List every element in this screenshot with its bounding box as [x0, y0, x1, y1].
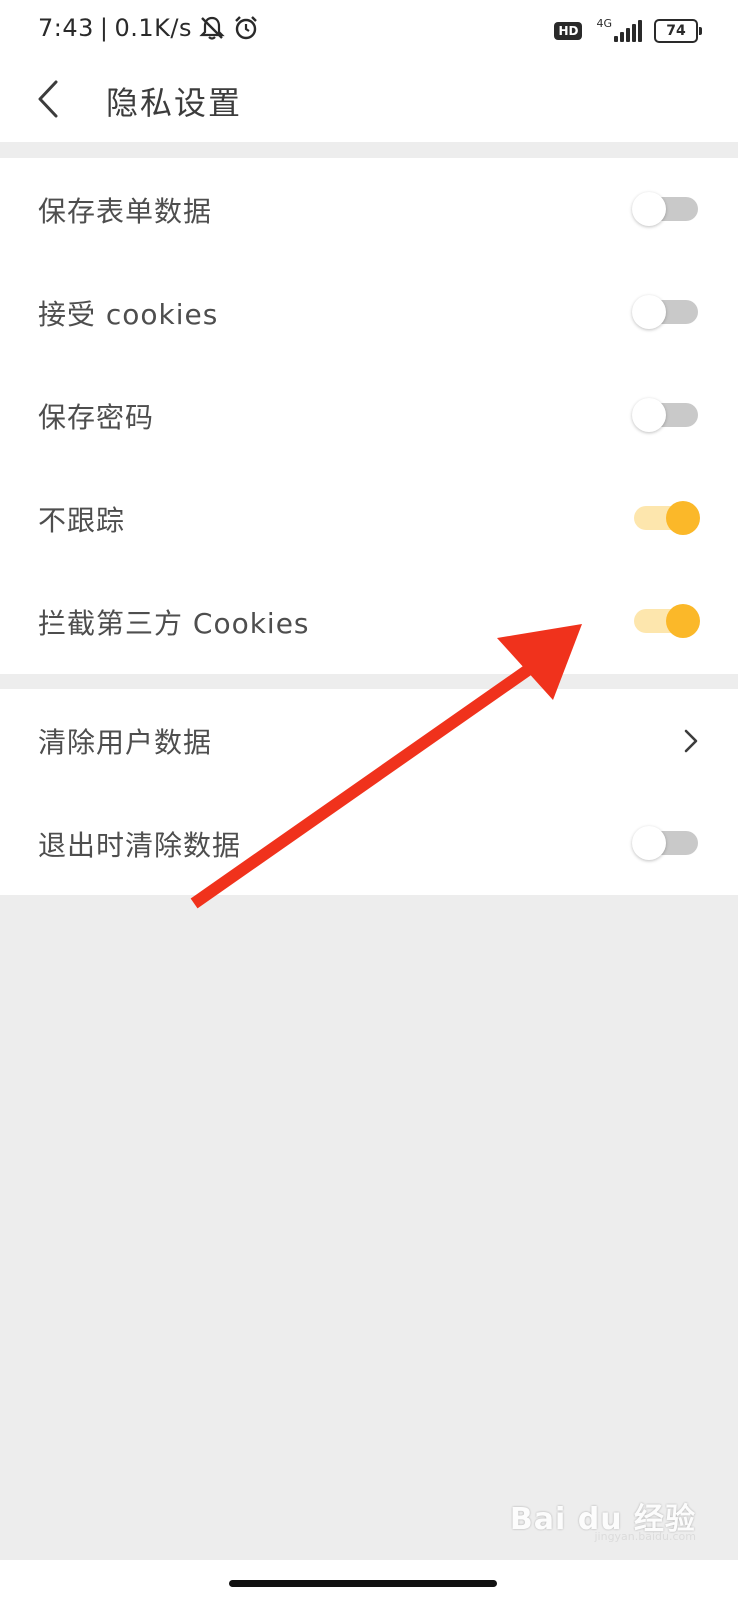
setting-label: 拦截第三方 Cookies [38, 607, 310, 640]
chevron-left-icon[interactable] [28, 74, 78, 124]
setting-label: 退出时清除数据 [38, 829, 242, 862]
setting-row-clear-user-data[interactable]: 清除用户数据 [0, 689, 738, 792]
watermark-url: jingyan.baidu.com [594, 1530, 696, 1543]
status-separator: | [99, 14, 109, 42]
status-bar: 7:43 | 0.1K/s HD 4G 74 [0, 0, 738, 64]
setting-row-do-not-track[interactable]: 不跟踪 [0, 467, 738, 570]
setting-row-accept-cookies[interactable]: 接受 cookies [0, 261, 738, 364]
home-indicator[interactable] [229, 1580, 497, 1587]
setting-row-clear-data-on-exit[interactable]: 退出时清除数据 [0, 792, 738, 895]
do-not-track-toggle[interactable] [634, 501, 700, 535]
save-form-data-toggle[interactable] [632, 192, 698, 226]
setting-label: 保存表单数据 [38, 195, 213, 228]
setting-label: 保存密码 [38, 401, 155, 434]
status-time: 7:43 [38, 14, 94, 42]
setting-row-save-form-data[interactable]: 保存表单数据 [0, 158, 738, 261]
status-left: 7:43 | 0.1K/s [38, 14, 260, 42]
page-title: 隐私设置 [106, 84, 243, 122]
setting-label: 清除用户数据 [38, 726, 213, 759]
save-password-toggle[interactable] [632, 398, 698, 432]
status-right: HD 4G 74 [554, 16, 702, 44]
setting-label: 接受 cookies [38, 298, 219, 331]
app-header: 隐私设置 [0, 64, 738, 142]
setting-row-save-password[interactable]: 保存密码 [0, 364, 738, 467]
status-net-speed: 0.1K/s [114, 14, 192, 42]
settings-section-2: 清除用户数据 退出时清除数据 [0, 689, 738, 895]
chevron-right-icon [684, 729, 698, 753]
battery-icon: 74 [654, 19, 702, 43]
signal-icon [614, 20, 644, 42]
accept-cookies-toggle[interactable] [632, 295, 698, 329]
clear-data-on-exit-toggle[interactable] [632, 826, 698, 860]
baidu-jingyan-watermark: Bai du 经验 jingyan.baidu.com [510, 1494, 696, 1543]
alarm-clock-icon [235, 16, 257, 40]
settings-section-1: 保存表单数据 接受 cookies 保存密码 不跟踪 拦截第三方 Cookies [0, 158, 738, 674]
hd-badge: HD [554, 22, 583, 40]
battery-level: 74 [666, 23, 686, 39]
setting-label: 不跟踪 [38, 504, 126, 537]
bell-muted-icon [199, 16, 225, 40]
block-third-party-cookies-toggle[interactable] [634, 604, 700, 638]
setting-row-block-third-party-cookies[interactable]: 拦截第三方 Cookies [0, 570, 738, 673]
network-type: 4G [596, 16, 612, 30]
